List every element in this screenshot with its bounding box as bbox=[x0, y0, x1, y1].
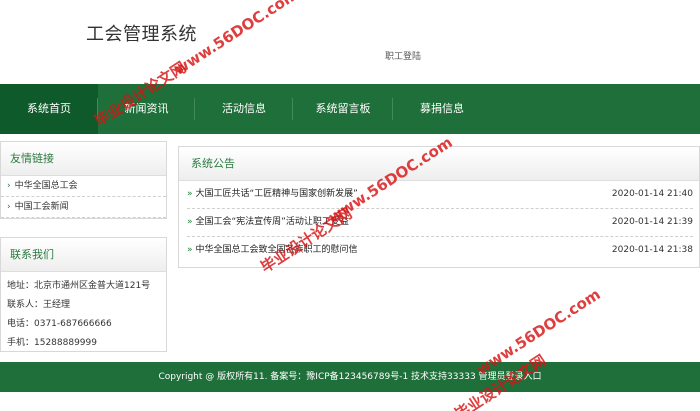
chevron-right-icon: » bbox=[187, 217, 193, 227]
notice-list: » 大国工匠共话“工匠精神与国家创新发展” 2020-01-14 21:40 » 全… bbox=[179, 181, 699, 265]
chevron-right-icon: › bbox=[7, 202, 11, 212]
contact-panel: 联系我们 地址：北京市通州区金普大道121号 联系人：王经理 电话：0371-6… bbox=[0, 237, 167, 352]
chevron-right-icon: › bbox=[7, 181, 11, 191]
chevron-right-icon: » bbox=[187, 245, 193, 255]
contact-address: 地址：北京市通州区金普大道121号 bbox=[7, 281, 151, 291]
notice-item-title: 大国工匠共话“工匠精神与国家创新发展” bbox=[195, 189, 358, 199]
notice-title: 系统公告 bbox=[179, 147, 699, 181]
notice-panel: 系统公告 » 大国工匠共话“工匠精神与国家创新发展” 2020-01-14 21:… bbox=[178, 146, 700, 268]
main-nav: 系统首页 新闻资讯 活动信息 系统留言板 募捐信息 bbox=[0, 84, 700, 134]
notice-item-title: 中华全国总工会致全国各族职工的慰问信 bbox=[195, 245, 358, 255]
chevron-right-icon: » bbox=[187, 189, 193, 199]
nav-home[interactable]: 系统首页 bbox=[0, 84, 98, 134]
nav-message-board[interactable]: 系统留言板 bbox=[293, 84, 393, 134]
friend-link-label: 中华全国总工会 bbox=[14, 181, 78, 191]
footer: Copyright @ 版权所有11. 备案号：豫ICP备123456789号-… bbox=[0, 362, 700, 392]
site-title: 工会管理系统 bbox=[86, 24, 197, 45]
contact-person: 联系人：王经理 bbox=[7, 300, 71, 310]
notice-item-title: 全国工会“宪法宣传周”活动让职工受益 bbox=[195, 217, 349, 227]
bottom-strip bbox=[0, 392, 700, 411]
friend-link-label: 中国工会新闻 bbox=[14, 202, 69, 212]
friend-links-title: 友情链接 bbox=[1, 142, 166, 176]
notice-item-date: 2020-01-14 21:39 bbox=[611, 217, 693, 227]
friend-link-union-news[interactable]: › 中国工会新闻 bbox=[1, 197, 166, 218]
header: 工会管理系统 职工登陆 bbox=[0, 0, 700, 84]
contact-mobile: 手机：15288889999 bbox=[7, 338, 97, 348]
contact-phone: 电话：0371-687666666 bbox=[7, 319, 112, 329]
friend-link-acftu[interactable]: › 中华全国总工会 bbox=[1, 176, 166, 197]
nav-activities[interactable]: 活动信息 bbox=[195, 84, 293, 134]
friend-links-panel: 友情链接 › 中华全国总工会 › 中国工会新闻 bbox=[0, 141, 167, 219]
contact-title: 联系我们 bbox=[1, 238, 166, 272]
staff-login-link[interactable]: 职工登陆 bbox=[385, 49, 421, 62]
footer-text: Copyright @ 版权所有11. 备案号：豫ICP备123456789号-… bbox=[158, 372, 542, 382]
notice-item[interactable]: » 全国工会“宪法宣传周”活动让职工受益 2020-01-14 21:39 bbox=[187, 209, 693, 237]
nav-donations[interactable]: 募捐信息 bbox=[393, 84, 491, 134]
notice-item[interactable]: » 大国工匠共话“工匠精神与国家创新发展” 2020-01-14 21:40 bbox=[187, 181, 693, 209]
nav-news[interactable]: 新闻资讯 bbox=[98, 84, 195, 134]
notice-item-date: 2020-01-14 21:40 bbox=[611, 189, 693, 199]
notice-item-date: 2020-01-14 21:38 bbox=[611, 245, 693, 255]
notice-item[interactable]: » 中华全国总工会致全国各族职工的慰问信 2020-01-14 21:38 bbox=[187, 237, 693, 265]
